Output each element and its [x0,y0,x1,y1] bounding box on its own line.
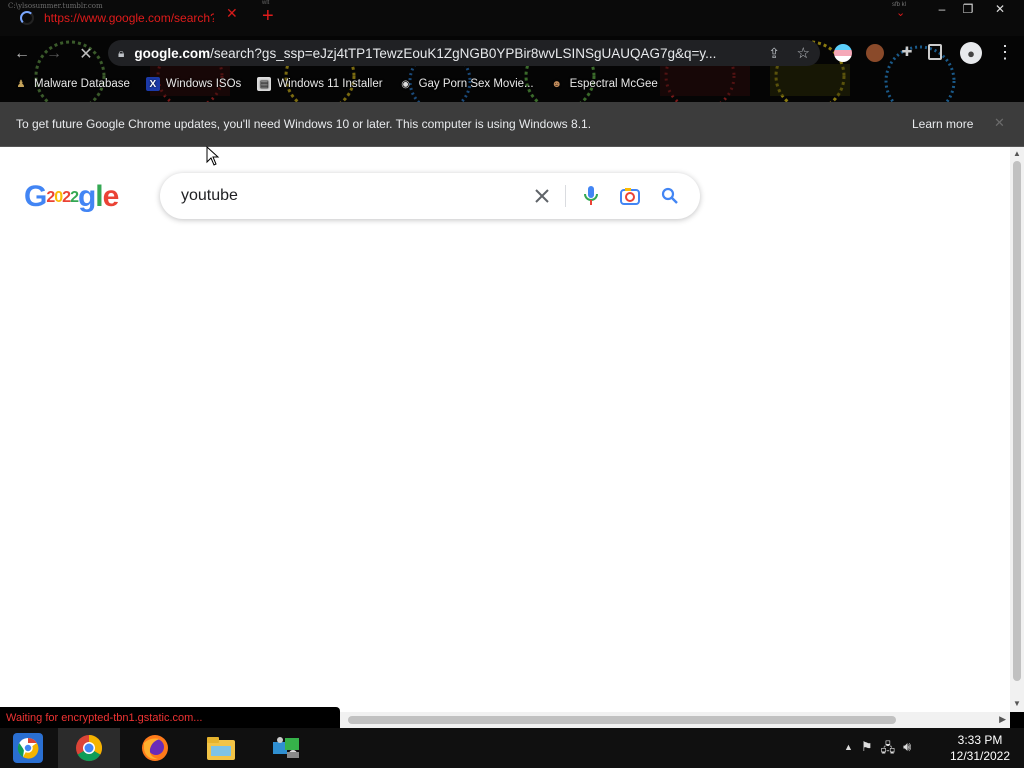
mouse-cursor-icon [206,146,220,166]
logo-letter: 2 [46,189,55,207]
bookmark-label: Espectral McGee [569,78,658,90]
search-box[interactable]: youtube [160,173,700,219]
side-panel-icon[interactable] [928,44,942,60]
address-bar[interactable]: 🔒︎ google.com/search?gs_ssp=eJzj4tTP1Tew… [108,40,820,66]
taskbar: ▲ ⚑ 🖧︎ 🔊︎ 3:33 PM 12/31/2022 [0,728,1024,768]
bookmark-label: Malware Database [34,78,130,90]
logo-letter: 0 [54,189,63,207]
tab-search-icon[interactable]: ⌄ [896,6,905,19]
tab-strip: C:\ylsosummer.tumblr.com wlt https://www… [0,0,1024,36]
chrome-icon [76,734,103,762]
clear-icon[interactable] [531,185,553,207]
bookmark-label: Gay Porn Sex Movie... [418,78,534,90]
file-explorer-taskbar-button[interactable] [190,728,252,768]
firefox-icon [142,735,168,761]
new-tab-button[interactable]: + [262,6,274,26]
tray-expand-icon[interactable]: ▲ [844,739,853,761]
start-button[interactable] [0,728,56,768]
stop-button[interactable]: ✕ [76,44,96,64]
scroll-down-icon[interactable]: ▼ [1013,699,1021,708]
logo-letter: l [95,180,103,213]
action-center-flag-icon[interactable]: ⚑ [861,739,873,761]
bookmark-item[interactable]: X Windows ISOs [145,77,242,91]
scrollbar-thumb[interactable] [1013,161,1021,681]
x-logo-icon: X [145,77,160,91]
page-content: G2022gle youtube [0,147,1010,712]
globe-icon: ◉ [401,78,410,90]
loading-spinner-icon [20,11,34,25]
network-icon[interactable]: 🖧︎ [881,739,896,761]
search-input[interactable]: youtube [181,187,511,205]
search-divider [565,185,566,207]
horizontal-scrollbar[interactable]: ▶ [338,712,1010,728]
extensions-puzzle-icon[interactable]: ✚ [898,44,916,62]
folder-icon [207,737,235,760]
status-bubble: Waiting for encrypted-tbn1.gstatic.com..… [0,707,340,728]
clock-date: 12/31/2022 [949,749,1011,763]
avatar-icon: ☻ [551,78,562,90]
logo-letter: 2 [70,189,79,207]
maximize-button[interactable]: ❐ [954,0,982,18]
infobar-close-icon[interactable]: ✕ [994,115,1005,131]
share-icon[interactable]: ⇪ [768,45,780,62]
menu-dots-icon[interactable]: ⋮ [996,42,1014,63]
page-icon: ▤ [257,77,272,91]
tab-close-icon[interactable]: ✕ [226,6,238,20]
lock-icon: 🔒︎ [118,45,125,60]
bookmark-star-icon[interactable]: ☆ [797,44,810,62]
status-text: Waiting for encrypted-tbn1.gstatic.com..… [6,711,203,724]
update-infobar: To get future Google Chrome updates, you… [0,102,1024,147]
voice-search-icon[interactable] [580,185,602,207]
scroll-up-icon[interactable]: ▲ [1013,149,1021,158]
learn-more-button[interactable]: Learn more [912,117,973,131]
firefox-taskbar-button[interactable] [124,728,186,768]
close-window-button[interactable]: ✕ [982,0,1018,18]
toolbar: ← → ✕ 🔒︎ google.com/search?gs_ssp=eJzj4t… [0,36,1024,102]
screen: C:\ylsosummer.tumblr.com wlt https://www… [0,0,1024,768]
extension-flag-icon[interactable] [834,44,852,62]
volume-icon[interactable]: 🔊︎ [903,739,911,761]
network-app-taskbar-button[interactable] [256,728,318,768]
profile-avatar-icon[interactable]: ● [960,42,982,64]
logo-letter: g [77,180,96,213]
vertical-scrollbar[interactable]: ▲ ▼ [1010,147,1024,712]
scrollbar-thumb[interactable] [348,716,896,724]
start-logo-icon [13,733,43,763]
back-button[interactable]: ← [12,44,32,64]
extension-avatar-icon[interactable] [866,44,884,62]
bookmark-item[interactable]: ◉ Gay Porn Sex Movie... [399,77,534,91]
bookmarks-bar: ♟ Malware Database X Windows ISOs ▤ Wind… [0,73,1024,95]
logo-letter: G [24,180,47,213]
tab-title: https://www.google.com/search? [44,11,214,25]
bookmark-item[interactable]: ♟ Malware Database [14,77,130,91]
google-doodle-logo[interactable]: G2022gle [24,180,120,214]
scroll-right-icon[interactable]: ▶ [999,714,1006,725]
system-tray: ▲ ⚑ 🖧︎ 🔊︎ [844,739,911,761]
minimize-button[interactable]: – [928,0,956,18]
bookmark-item[interactable]: ▤ Windows 11 Installer [257,77,383,91]
active-tab[interactable]: https://www.google.com/search? [0,4,248,32]
camera-search-icon[interactable] [619,185,641,207]
search-icon[interactable] [659,185,681,207]
chrome-taskbar-button[interactable] [58,728,120,768]
bookmark-item[interactable]: ☻ Espectral McGee [550,77,658,91]
logo-letter: 2 [62,189,71,207]
logo-letter: e [102,180,120,213]
clock-time: 3:33 PM [957,733,1003,747]
clock[interactable]: 3:33 PM 12/31/2022 [940,732,1020,764]
infobar-message: To get future Google Chrome updates, you… [16,117,592,131]
forward-button[interactable]: → [44,44,64,64]
person-icon: ♟ [16,78,26,90]
bookmark-label: Windows 11 Installer [277,78,383,90]
url-text[interactable]: google.com/search?gs_ssp=eJzj4tTP1TewzEo… [134,46,734,61]
network-people-icon [273,737,299,758]
bookmark-label: Windows ISOs [165,78,242,90]
